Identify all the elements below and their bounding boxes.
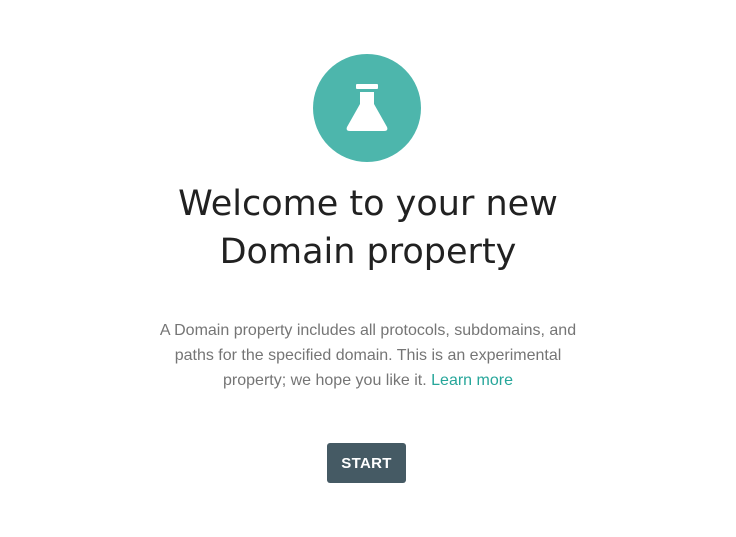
- hero-circle: [313, 54, 421, 162]
- description-line-2: paths for the specified domain. This is …: [174, 347, 562, 364]
- description-line-3: property; we hope you like it.: [223, 372, 427, 389]
- flask-icon: [343, 83, 391, 133]
- welcome-page: Welcome to your new Domain property A Do…: [0, 0, 736, 537]
- description-line-3-wrapper: property; we hope you like it. Learn mor…: [120, 368, 616, 393]
- description: A Domain property includes all protocols…: [120, 318, 616, 393]
- title-line-1: Welcome to your new: [178, 184, 558, 224]
- start-button[interactable]: START: [327, 443, 406, 483]
- page-title: Welcome to your new Domain property: [0, 180, 736, 276]
- title-line-2: Domain property: [219, 232, 517, 272]
- learn-more-link[interactable]: Learn more: [431, 372, 513, 389]
- description-line-1: A Domain property includes all protocols…: [159, 322, 577, 339]
